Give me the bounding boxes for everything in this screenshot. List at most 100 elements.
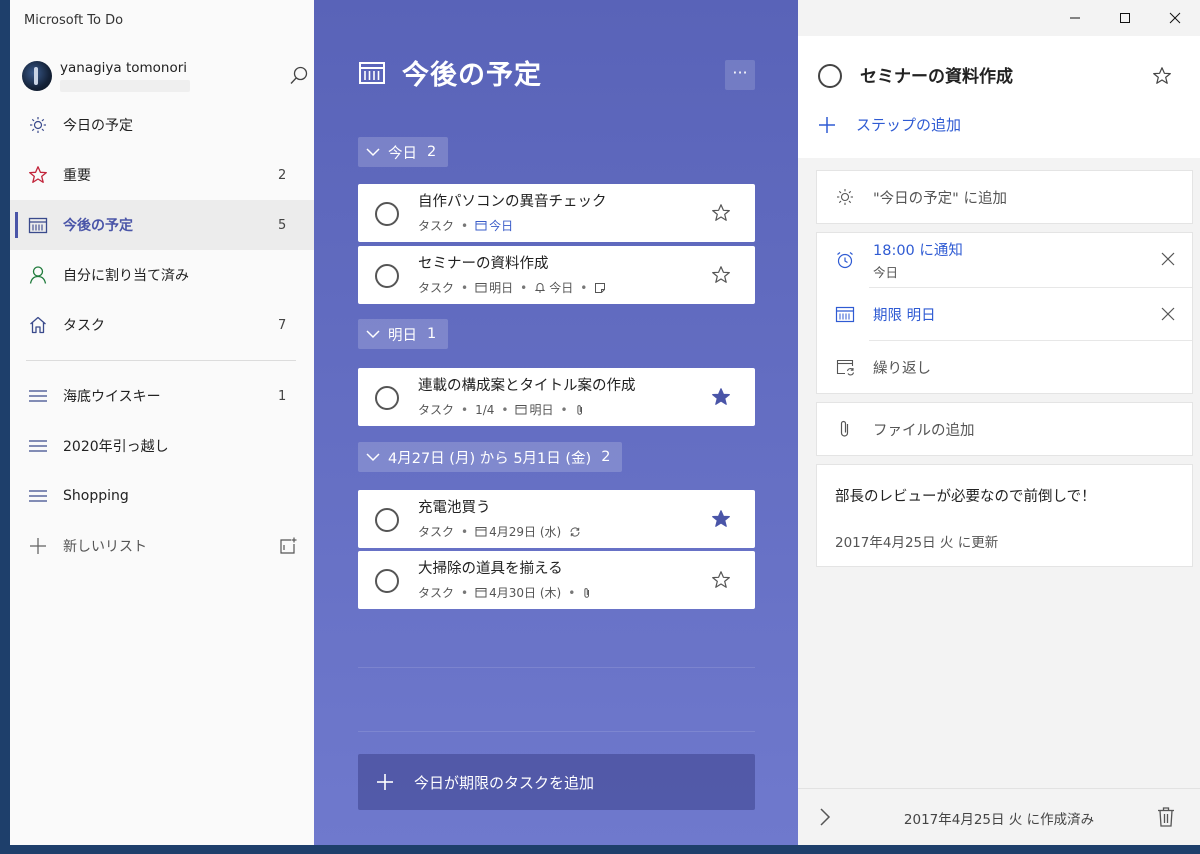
reminder-row[interactable]: 18:00 に通知 今日 xyxy=(817,233,1192,287)
sidebar-divider xyxy=(26,360,296,361)
group-count: 2 xyxy=(427,144,437,160)
calendar-small-icon xyxy=(475,586,489,600)
add-step-button[interactable]: ステップの追加 xyxy=(818,114,961,135)
star-toggle-icon[interactable] xyxy=(711,203,731,223)
group-label: 4月27日 (月) から 5月1日 (金) xyxy=(388,450,592,467)
main-header: 今後の予定 xyxy=(358,52,542,92)
sidebar-item-assigned[interactable]: 自分に割り当て済み xyxy=(10,250,314,300)
list-icon xyxy=(24,489,52,503)
task-item[interactable]: 充電池買う タスク • 4月29日 (水) xyxy=(358,490,755,548)
remove-reminder-icon[interactable] xyxy=(1160,251,1176,267)
divider xyxy=(358,667,755,668)
star-toggle-icon[interactable] xyxy=(711,570,731,590)
alarm-clock-icon xyxy=(817,250,873,270)
task-item[interactable]: 連載の構成案とタイトル案の作成 タスク • 1/4 • 明日 • xyxy=(358,368,755,426)
chevron-down-icon xyxy=(366,452,380,462)
sun-icon xyxy=(817,188,873,206)
bell-icon xyxy=(534,281,549,295)
more-options-button[interactable]: ··· xyxy=(725,60,755,90)
group-count: 1 xyxy=(427,326,437,342)
due-date-row[interactable]: 期限 明日 xyxy=(817,288,1192,340)
sidebar-list-item[interactable]: 2020年引っ越し xyxy=(10,421,314,471)
app-title: Microsoft To Do xyxy=(24,13,124,28)
user-email-redacted xyxy=(60,80,190,92)
complete-checkbox[interactable] xyxy=(818,64,842,88)
sidebar-item-count: 1 xyxy=(278,388,287,404)
repeat-row[interactable]: 繰り返し xyxy=(817,341,1192,393)
task-title: 自作パソコンの異音チェック xyxy=(418,194,607,210)
calendar-small-icon xyxy=(475,219,489,233)
complete-checkbox[interactable] xyxy=(375,264,399,288)
star-toggle-icon[interactable] xyxy=(711,265,731,285)
task-meta: タスク • 今日 xyxy=(418,218,514,234)
avatar[interactable] xyxy=(22,61,52,91)
calendar-icon xyxy=(24,216,52,234)
note-updated: 2017年4月25日 火 に更新 xyxy=(835,535,999,551)
task-due: 今日 xyxy=(489,219,514,233)
calendar-small-icon xyxy=(515,403,529,417)
sidebar-item-tasks[interactable]: タスク 7 xyxy=(10,300,314,350)
task-item[interactable]: セミナーの資料作成 タスク • 明日 • 今日 • xyxy=(358,246,755,304)
sidebar-list-item[interactable]: Shopping xyxy=(10,471,314,521)
sidebar-item-label: 今後の予定 xyxy=(63,218,133,234)
group-header-today[interactable]: 今日 2 xyxy=(358,137,449,167)
list-icon xyxy=(24,389,52,403)
calendar-icon xyxy=(817,305,873,323)
complete-checkbox[interactable] xyxy=(375,508,399,532)
sidebar-list-item[interactable]: 海底ウイスキー 1 xyxy=(10,371,314,421)
task-due: 4月29日 (水) xyxy=(489,525,562,539)
trash-icon[interactable] xyxy=(1156,806,1176,828)
file-card: ファイルの追加 xyxy=(816,402,1193,456)
task-due: 明日 xyxy=(489,281,514,295)
window-controls xyxy=(1050,0,1200,36)
main-pane: 今後の予定 ··· 今日 2 自作パソコンの異音チェック タスク • 今日 セミ… xyxy=(314,0,798,845)
task-title: セミナーの資料作成 xyxy=(418,256,549,272)
sidebar-item-my-day[interactable]: 今日の予定 xyxy=(10,100,314,150)
star-toggle-icon[interactable] xyxy=(1152,66,1172,86)
task-meta: タスク • 1/4 • 明日 • xyxy=(418,401,585,418)
detail-title[interactable]: セミナーの資料作成 xyxy=(860,62,1013,87)
note-icon xyxy=(594,282,606,294)
maximize-button[interactable] xyxy=(1100,0,1150,36)
note-card[interactable]: 部長のレビューが必要なので前倒しで！ 2017年4月25日 火 に更新 xyxy=(816,464,1193,567)
new-list-button[interactable]: 新しいリスト xyxy=(10,521,314,571)
search-icon[interactable] xyxy=(288,65,310,87)
due-date-label: 期限 明日 xyxy=(873,307,936,324)
star-filled-icon[interactable] xyxy=(711,387,731,407)
close-button[interactable] xyxy=(1150,0,1200,36)
note-text[interactable]: 部長のレビューが必要なので前倒しで！ xyxy=(835,485,1096,506)
complete-checkbox[interactable] xyxy=(375,202,399,226)
add-task-label: 今日が期限のタスクを追加 xyxy=(414,773,595,792)
add-to-my-day-button[interactable]: "今日の予定" に追加 xyxy=(817,171,1192,223)
minimize-button[interactable] xyxy=(1050,0,1100,36)
calendar-icon xyxy=(358,59,386,85)
profile[interactable]: yanagiya tomonori xyxy=(22,58,312,94)
add-task-button[interactable]: 今日が期限のタスクを追加 xyxy=(358,754,755,810)
group-header-tomorrow[interactable]: 明日 1 xyxy=(358,319,449,349)
repeat-icon xyxy=(569,526,581,538)
group-count: 2 xyxy=(601,449,611,465)
group-header-date-range[interactable]: 4月27日 (月) から 5月1日 (金) 2 xyxy=(358,442,623,472)
sidebar-item-count: 2 xyxy=(278,167,287,183)
task-item[interactable]: 自作パソコンの異音チェック タスク • 今日 xyxy=(358,184,755,242)
complete-checkbox[interactable] xyxy=(375,386,399,410)
plus-icon xyxy=(376,773,394,791)
star-filled-icon[interactable] xyxy=(711,509,731,529)
task-meta: タスク • 4月29日 (水) xyxy=(418,523,581,540)
sidebar-item-planned[interactable]: 今後の予定 5 xyxy=(10,200,314,250)
task-list-name: タスク xyxy=(418,586,455,600)
detail-pane: セミナーの資料作成 ステップの追加 "今日の予定" に追加 18:00 に通知 … xyxy=(798,0,1200,845)
task-item[interactable]: 大掃除の道具を揃える タスク • 4月30日 (木) • xyxy=(358,551,755,609)
remove-due-date-icon[interactable] xyxy=(1160,306,1176,322)
task-list-name: タスク xyxy=(418,281,455,295)
my-day-card: "今日の予定" に追加 xyxy=(816,170,1193,224)
task-meta: タスク • 明日 • 今日 • xyxy=(418,279,606,296)
new-group-icon[interactable] xyxy=(278,536,314,556)
calendar-small-icon xyxy=(475,525,489,539)
person-icon xyxy=(24,265,52,285)
add-file-button[interactable]: ファイルの追加 xyxy=(817,403,1192,455)
sidebar-item-label: 今日の予定 xyxy=(63,118,133,134)
calendar-small-icon xyxy=(475,281,489,295)
complete-checkbox[interactable] xyxy=(375,569,399,593)
sidebar-item-important[interactable]: 重要 2 xyxy=(10,150,314,200)
